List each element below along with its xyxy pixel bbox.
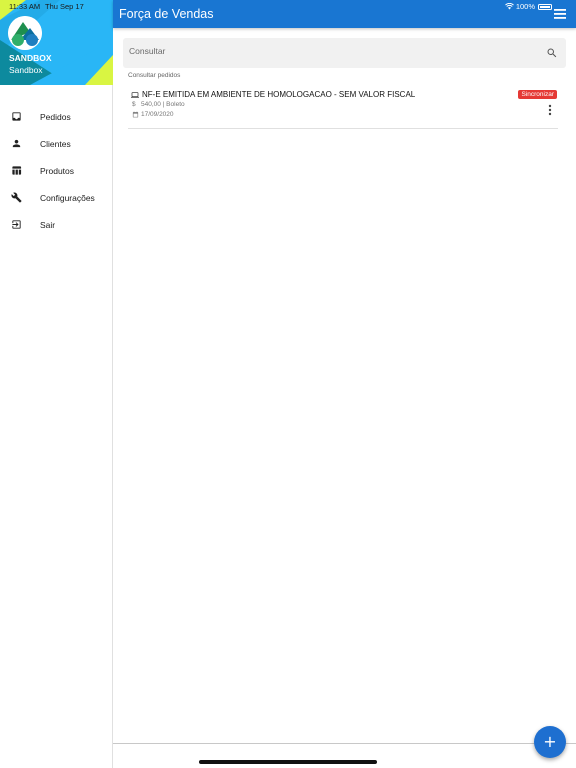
order-date: 17/09/2020 [141, 111, 174, 118]
org-subtitle: Sandbox [9, 65, 43, 75]
order-amount-row: $ 540,00 | Boleto [132, 101, 185, 108]
sidebar: SANDBOX Sandbox Pedidos Clientes Produto… [0, 0, 113, 768]
section-label: Consultar pedidos [128, 72, 181, 79]
plus-icon: + [543, 732, 557, 751]
sidebar-item-label: Sair [40, 219, 56, 230]
bottom-divider [113, 743, 576, 744]
sidebar-nav: Pedidos Clientes Produtos Configurações … [0, 103, 112, 238]
sidebar-item-sair[interactable]: Sair [0, 211, 112, 238]
table-icon [10, 165, 22, 177]
more-vert-icon[interactable] [548, 104, 552, 116]
sidebar-item-label: Produtos [40, 165, 75, 176]
wifi-icon [504, 3, 514, 10]
inbox-icon [10, 111, 22, 123]
order-amount: 540,00 | Boleto [141, 101, 185, 108]
exit-icon [10, 219, 22, 231]
status-time: 11:33 AM [9, 2, 41, 11]
sidebar-item-clientes[interactable]: Clientes [0, 130, 112, 157]
sidebar-header: SANDBOX Sandbox [0, 0, 113, 85]
status-bar: 11:33 AM Thu Sep 17 100% [0, 0, 576, 12]
sidebar-item-label: Clientes [40, 138, 71, 149]
sidebar-item-configuracoes[interactable]: Configurações [0, 184, 112, 211]
wrench-icon [10, 192, 22, 204]
battery-percent: 100% [515, 2, 535, 11]
order-date-row: 17/09/2020 [132, 111, 174, 118]
add-order-button[interactable]: + [534, 726, 566, 758]
search-icon[interactable] [546, 47, 558, 59]
status-date: Thu Sep 17 [45, 2, 84, 11]
order-title-row: NF-E EMITIDA EM AMBIENTE DE HOMOLOGACAO … [131, 90, 415, 99]
order-title: NF-E EMITIDA EM AMBIENTE DE HOMOLOGACAO … [142, 90, 416, 99]
status-indicators: 100% [504, 2, 552, 11]
home-indicator [199, 760, 377, 764]
search-box [123, 38, 566, 68]
search-input[interactable] [129, 46, 529, 56]
sidebar-item-label: Configurações [40, 192, 95, 203]
laptop-icon [131, 91, 139, 98]
sidebar-item-pedidos[interactable]: Pedidos [0, 103, 112, 130]
calendar-icon [132, 111, 139, 118]
battery-icon [538, 3, 552, 10]
person-icon [10, 138, 22, 150]
order-list-item[interactable]: NF-E EMITIDA EM AMBIENTE DE HOMOLOGACAO … [128, 86, 558, 129]
dollar-icon: $ [132, 101, 136, 108]
org-name: SANDBOX [9, 53, 52, 63]
sidebar-item-produtos[interactable]: Produtos [0, 157, 112, 184]
company-logo [8, 16, 42, 50]
sync-badge[interactable]: Sincronizar [518, 90, 557, 99]
sidebar-item-label: Pedidos [40, 111, 71, 122]
